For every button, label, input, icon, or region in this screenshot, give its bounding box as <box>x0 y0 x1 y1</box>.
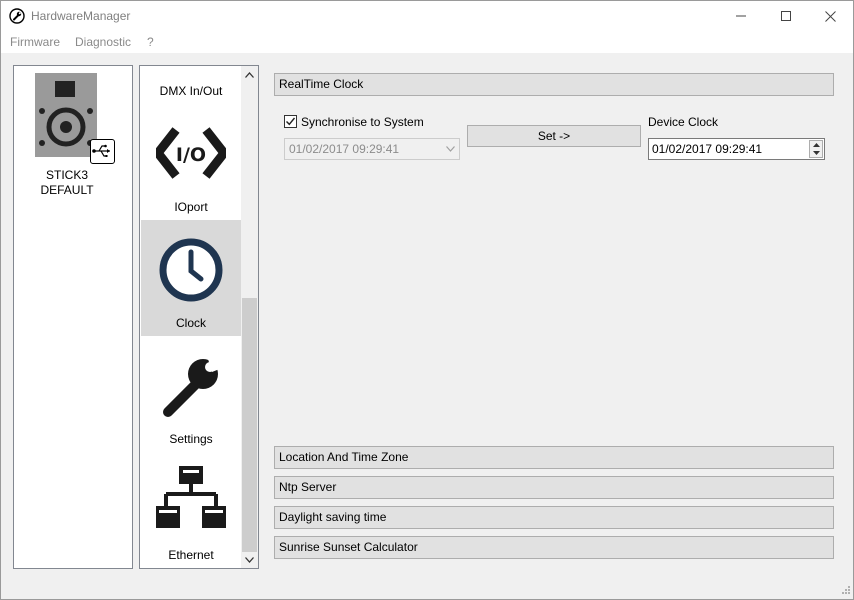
module-dmx[interactable]: DMX In/Out <box>141 65 241 104</box>
module-ioport[interactable]: I/O IOport <box>141 104 241 220</box>
spin-up-button[interactable] <box>810 141 822 149</box>
sync-label[interactable]: Synchronise to System <box>301 115 424 129</box>
svg-text:I/O: I/O <box>176 144 206 166</box>
module-label: Ethernet <box>168 548 214 562</box>
menu-diagnostic[interactable]: Diagnostic <box>75 35 131 49</box>
dmx-icon <box>156 65 226 70</box>
chevron-up-icon <box>245 71 254 78</box>
module-list: DMX In/Out I/O IOport Clock Settings Eth… <box>139 65 259 569</box>
section-ntp-server[interactable]: Ntp Server <box>274 476 834 499</box>
chevron-down-icon <box>444 139 456 159</box>
maximize-icon <box>781 11 791 21</box>
device-clock-input[interactable]: 01/02/2017 09:29:41 <box>648 138 825 160</box>
hardware-manager-window: HardwareManager Firmware Diagnostic ? ST… <box>0 0 854 600</box>
wrench-circle-icon <box>9 8 25 24</box>
device-list: STICK3 DEFAULT <box>13 65 133 569</box>
io-code-icon: I/O <box>156 127 226 179</box>
section-realtime-clock[interactable]: RealTime Clock <box>274 73 834 96</box>
set-button[interactable]: Set -> <box>467 125 641 147</box>
chevron-down-icon <box>245 556 254 563</box>
speaker-device-icon <box>35 73 97 157</box>
checkmark-icon <box>286 117 296 126</box>
menu-firmware[interactable]: Firmware <box>10 35 60 49</box>
section-location-timezone[interactable]: Location And Time Zone <box>274 446 834 469</box>
title-bar: HardwareManager <box>1 1 853 31</box>
device-label-line1: STICK3 <box>45 168 88 182</box>
scroll-down-button[interactable] <box>241 551 258 568</box>
maximize-button[interactable] <box>763 1 809 31</box>
close-button[interactable] <box>807 1 853 31</box>
system-time-value: 01/02/2017 09:29:41 <box>289 142 400 156</box>
module-label: Clock <box>175 316 206 330</box>
system-time-combo: 01/02/2017 09:29:41 <box>284 138 460 160</box>
scroll-up-button[interactable] <box>241 66 258 83</box>
triangle-up-icon <box>812 143 820 147</box>
window-title: HardwareManager <box>31 9 131 23</box>
device-clock-value: 01/02/2017 09:29:41 <box>652 142 763 156</box>
clock-icon <box>159 238 223 302</box>
resize-grip-icon[interactable] <box>839 585 851 597</box>
module-clock[interactable]: Clock <box>141 220 241 336</box>
device-label-line2: DEFAULT <box>40 183 94 197</box>
menu-help[interactable]: ? <box>147 35 154 49</box>
triangle-down-icon <box>812 151 820 155</box>
spin-down-button[interactable] <box>810 149 822 157</box>
scroll-thumb[interactable] <box>242 298 257 552</box>
section-sunrise-sunset[interactable]: Sunrise Sunset Calculator <box>274 536 834 559</box>
section-daylight-saving[interactable]: Daylight saving time <box>274 506 834 529</box>
minimize-icon <box>736 15 746 17</box>
module-label: IOport <box>174 200 208 214</box>
menu-bar: Firmware Diagnostic ? <box>1 31 853 53</box>
module-label: DMX In/Out <box>159 84 223 98</box>
module-ethernet[interactable]: Ethernet <box>141 452 241 568</box>
sync-checkbox[interactable] <box>284 115 297 128</box>
close-icon <box>824 10 836 22</box>
minimize-button[interactable] <box>718 1 764 31</box>
wrench-icon <box>163 354 222 417</box>
device-label: STICK3 DEFAULT <box>14 168 120 198</box>
device-item[interactable]: STICK3 DEFAULT <box>14 66 120 206</box>
module-scrollbar[interactable] <box>241 66 258 568</box>
usb-icon <box>90 139 115 164</box>
network-icon <box>156 466 226 528</box>
module-settings[interactable]: Settings <box>141 336 241 452</box>
device-clock-spinner <box>809 140 823 158</box>
module-label: Settings <box>169 432 213 446</box>
device-clock-label: Device Clock <box>648 115 719 129</box>
